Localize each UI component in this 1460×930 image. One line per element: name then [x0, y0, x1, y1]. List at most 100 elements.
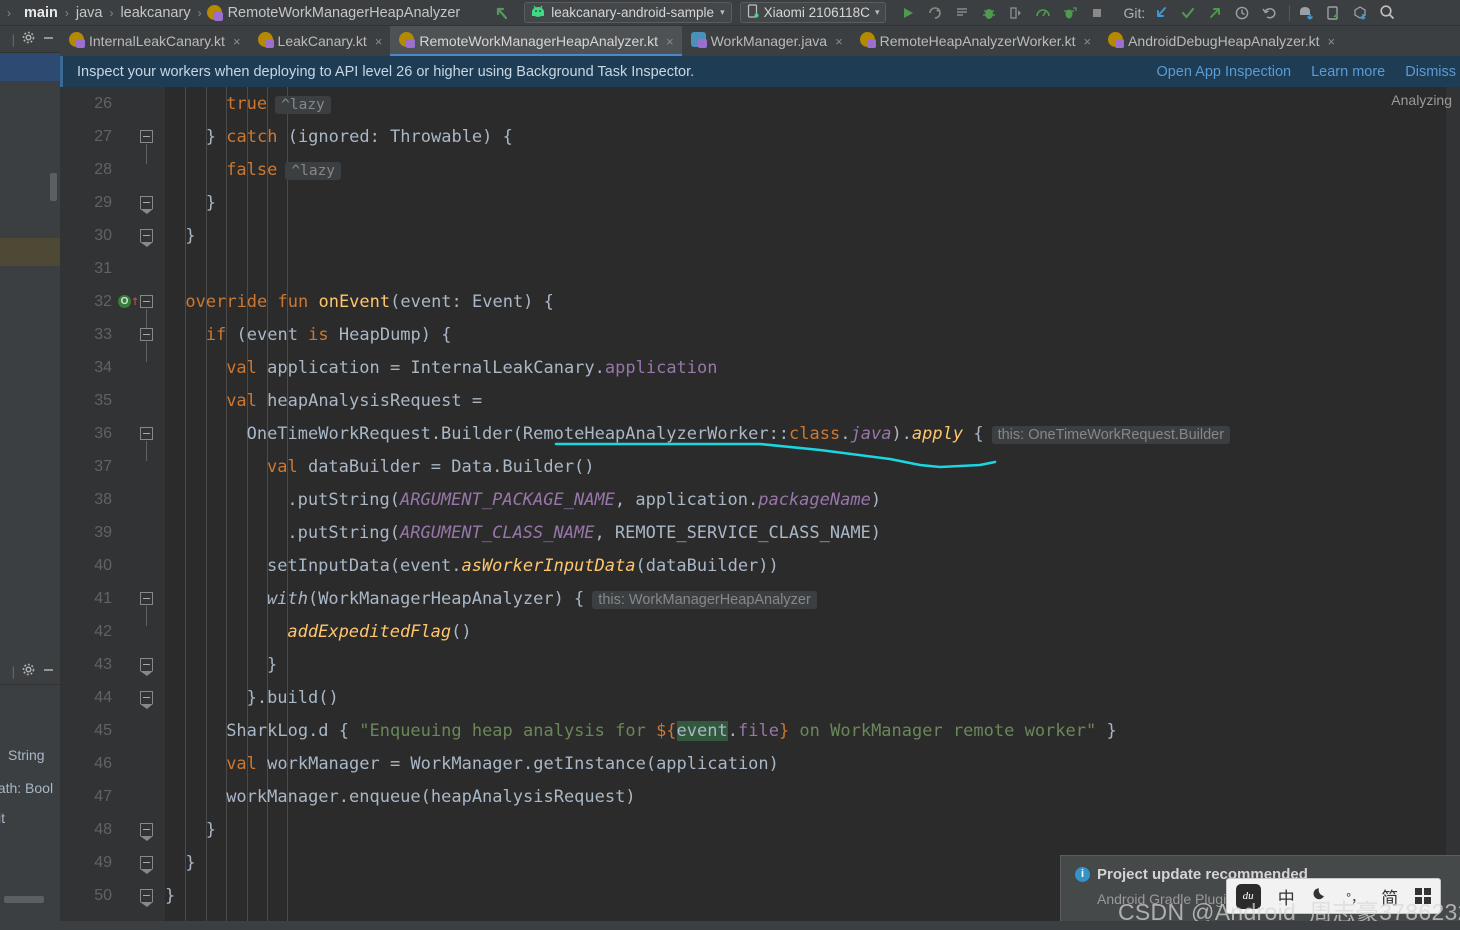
editor-tab[interactable]: RemoteHeapAnalyzerWorker.kt × — [851, 26, 1099, 56]
line-number: 40 — [94, 556, 112, 574]
avd-manager-button[interactable] — [1321, 2, 1345, 24]
code-editor[interactable]: Analyzing 26 true ^lazy 27} catch (ignored:… — [60, 87, 1460, 930]
code-fold-toggle[interactable] — [140, 591, 154, 626]
close-icon[interactable]: × — [233, 34, 241, 49]
code-line[interactable]: 27} catch (ignored: Throwable) { — [60, 120, 1460, 164]
update-project-button[interactable] — [1149, 2, 1173, 24]
profiler-button[interactable] — [1031, 2, 1055, 24]
code-fold-toggle[interactable] — [140, 822, 154, 841]
code-line[interactable]: 40 setInputData(event.asWorkerInputData(d… — [60, 549, 1460, 582]
attach-debugger-button[interactable] — [1004, 2, 1028, 24]
code-line[interactable]: 41 with(WorkManagerHeapAnalyzer) {this: W… — [60, 582, 1460, 626]
minimize-icon[interactable] — [42, 31, 60, 47]
breadcrumb-item-main[interactable]: main — [16, 5, 60, 21]
editor-tab[interactable]: InternalLeakCanary.kt × — [60, 26, 249, 56]
code-line[interactable]: 46 val workManager = WorkManager.getInsta… — [60, 747, 1460, 780]
line-number: 44 — [94, 688, 112, 706]
breadcrumb-item-class[interactable]: RemoteWorkManagerHeapAnalyzer — [226, 5, 463, 21]
debug-button[interactable] — [977, 2, 1001, 24]
line-number: 49 — [94, 853, 112, 871]
panel-selected-row[interactable] — [0, 53, 60, 81]
code-fold-toggle[interactable] — [140, 690, 154, 709]
panel-h-scrollbar[interactable] — [4, 896, 44, 903]
commit-button[interactable] — [1176, 2, 1200, 24]
left-panel-bottom-header: | — [0, 658, 60, 685]
gradle-sync-button[interactable] — [1348, 2, 1372, 24]
code-line[interactable]: 31 — [60, 252, 1460, 285]
code-line[interactable]: 39 .putString(ARGUMENT_CLASS_NAME, REMOTE… — [60, 516, 1460, 549]
code-fold-toggle[interactable] — [140, 657, 154, 676]
code-fold-toggle[interactable] — [140, 228, 154, 247]
editor-tab[interactable]: LeakCanary.kt × — [249, 26, 391, 56]
code-line[interactable]: 34 val application = InternalLeakCanary.a… — [60, 351, 1460, 384]
push-button[interactable] — [1203, 2, 1227, 24]
close-icon[interactable]: × — [1083, 34, 1091, 49]
code-fold-toggle[interactable] — [140, 327, 154, 362]
code-line[interactable]: 45 SharkLog.d { "Enqueuing heap analysis … — [60, 714, 1460, 747]
rollback-button[interactable] — [1257, 2, 1281, 24]
code-fold-toggle[interactable] — [140, 195, 154, 214]
background-task-inspector-banner: Inspect your workers when deploying to A… — [60, 56, 1460, 87]
code-line[interactable]: 35 val heapAnalysisRequest = — [60, 384, 1460, 417]
sdk-manager-button[interactable] — [1294, 2, 1318, 24]
code-lines[interactable]: 26 true ^lazy 27} catch (ignored: Throwable… — [60, 87, 1460, 930]
breadcrumb-item-java[interactable]: java — [74, 5, 105, 21]
dismiss-link[interactable]: Dismiss — [1405, 64, 1456, 80]
breadcrumb-item-leakcanary[interactable]: leakcanary — [118, 5, 192, 21]
minimize-icon[interactable] — [42, 663, 60, 679]
history-button[interactable] — [1230, 2, 1254, 24]
close-icon[interactable]: × — [1328, 34, 1336, 49]
line-number: 37 — [94, 457, 112, 475]
editor-tab[interactable]: AndroidDebugHeapAnalyzer.kt × — [1099, 26, 1343, 56]
code-text: val application = InternalLeakCanary.app… — [226, 358, 717, 378]
code-line[interactable]: 29} — [60, 186, 1460, 219]
search-icon[interactable] — [1375, 2, 1399, 24]
apply-changes-button[interactable] — [950, 2, 974, 24]
code-token: val — [226, 753, 257, 774]
back-arrow-icon[interactable] — [490, 2, 514, 24]
code-line[interactable]: 38 .putString(ARGUMENT_PACKAGE_NAME, appl… — [60, 483, 1460, 516]
code-line[interactable]: 37 val dataBuilder = Data.Builder() — [60, 450, 1460, 483]
code-line[interactable]: 47 workManager.enqueue(heapAnalysisReques… — [60, 780, 1460, 813]
stop-button[interactable] — [1085, 2, 1109, 24]
run-with-coverage-button[interactable] — [1058, 2, 1082, 24]
open-app-inspection-link[interactable]: Open App Inspection — [1156, 64, 1291, 80]
device-selector[interactable]: Xiaomi 2106118C ▾ — [739, 2, 887, 23]
learn-more-link[interactable]: Learn more — [1311, 64, 1385, 80]
close-icon[interactable]: × — [835, 34, 843, 49]
code-fold-toggle[interactable] — [140, 426, 154, 461]
editor-tab-label: WorkManager.java — [710, 33, 828, 49]
override-marker-icon[interactable]: O ↑ — [118, 294, 139, 310]
code-line[interactable]: 28 false ^lazy — [60, 153, 1460, 186]
close-icon[interactable]: × — [375, 34, 383, 49]
run-button[interactable] — [896, 2, 920, 24]
code-line[interactable]: 26 true ^lazy — [60, 87, 1460, 120]
gear-icon[interactable] — [22, 663, 35, 679]
code-line[interactable]: 36 OneTimeWorkRequest.Builder(RemoteHeapA… — [60, 417, 1460, 461]
gear-icon[interactable] — [22, 31, 35, 47]
code-fold-toggle[interactable] — [140, 888, 154, 907]
code-line[interactable]: 30} — [60, 219, 1460, 252]
editor-tab[interactable]: WorkManager.java × — [682, 26, 851, 56]
run-configuration-selector[interactable]: leakcanary-android-sample ▾ — [524, 2, 732, 23]
kotlin-file-icon — [399, 32, 416, 50]
code-fold-toggle[interactable] — [140, 129, 154, 164]
code-line[interactable]: 42 addExpeditedFlag() — [60, 615, 1460, 648]
editor-tab[interactable]: RemoteWorkManagerHeapAnalyzer.kt × — [390, 26, 682, 56]
line-number: 29 — [94, 193, 112, 211]
code-fold-toggle[interactable] — [140, 294, 154, 329]
panel-scrollbar[interactable] — [50, 173, 57, 201]
code-line[interactable]: 43} — [60, 648, 1460, 681]
code-line[interactable]: 48} — [60, 813, 1460, 846]
editor-tab-label: RemoteWorkManagerHeapAnalyzer.kt — [419, 33, 658, 49]
code-token: ) — [870, 489, 882, 510]
close-icon[interactable]: × — [666, 34, 674, 49]
panel-divider: | — [11, 663, 15, 679]
rerun-button[interactable] — [923, 2, 947, 24]
code-text: } — [185, 226, 195, 246]
code-fold-toggle[interactable] — [140, 855, 154, 874]
line-number: 43 — [94, 655, 112, 673]
code-line[interactable]: 32 O ↑ override fun onEvent(event: Event) { — [60, 285, 1460, 329]
code-line[interactable]: 44}.build() — [60, 681, 1460, 714]
code-line[interactable]: 33 if (event is HeapDump) { — [60, 318, 1460, 362]
